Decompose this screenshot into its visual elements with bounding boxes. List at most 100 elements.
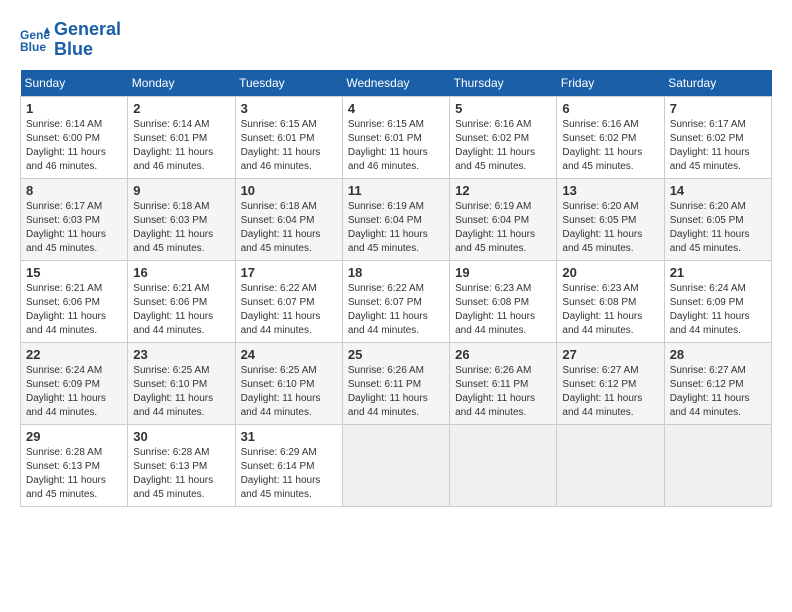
calendar-day-28: 28 Sunrise: 6:27 AM Sunset: 6:12 PM Dayl…	[664, 342, 771, 424]
day-info: Sunrise: 6:21 AM Sunset: 6:06 PM Dayligh…	[133, 282, 229, 338]
day-number: 16	[133, 265, 229, 280]
day-info: Sunrise: 6:14 AM Sunset: 6:01 PM Dayligh…	[133, 118, 229, 174]
calendar-day-10: 10 Sunrise: 6:18 AM Sunset: 6:04 PM Dayl…	[235, 178, 342, 260]
day-number: 23	[133, 347, 229, 362]
day-info: Sunrise: 6:22 AM Sunset: 6:07 PM Dayligh…	[348, 282, 444, 338]
calendar-day-20: 20 Sunrise: 6:23 AM Sunset: 6:08 PM Dayl…	[557, 260, 664, 342]
empty-cell	[664, 424, 771, 506]
empty-cell	[557, 424, 664, 506]
calendar-header-friday: Friday	[557, 70, 664, 97]
day-info: Sunrise: 6:17 AM Sunset: 6:02 PM Dayligh…	[670, 118, 766, 174]
day-info: Sunrise: 6:15 AM Sunset: 6:01 PM Dayligh…	[241, 118, 337, 174]
calendar-day-29: 29 Sunrise: 6:28 AM Sunset: 6:13 PM Dayl…	[21, 424, 128, 506]
calendar-day-1: 1 Sunrise: 6:14 AM Sunset: 6:00 PM Dayli…	[21, 96, 128, 178]
day-number: 8	[26, 183, 122, 198]
day-number: 20	[562, 265, 658, 280]
day-number: 6	[562, 101, 658, 116]
day-number: 9	[133, 183, 229, 198]
day-info: Sunrise: 6:27 AM Sunset: 6:12 PM Dayligh…	[670, 364, 766, 420]
calendar-day-8: 8 Sunrise: 6:17 AM Sunset: 6:03 PM Dayli…	[21, 178, 128, 260]
calendar-day-24: 24 Sunrise: 6:25 AM Sunset: 6:10 PM Dayl…	[235, 342, 342, 424]
day-info: Sunrise: 6:27 AM Sunset: 6:12 PM Dayligh…	[562, 364, 658, 420]
calendar-day-6: 6 Sunrise: 6:16 AM Sunset: 6:02 PM Dayli…	[557, 96, 664, 178]
page-header: General Blue GeneralBlue	[20, 20, 772, 60]
day-number: 27	[562, 347, 658, 362]
calendar-day-4: 4 Sunrise: 6:15 AM Sunset: 6:01 PM Dayli…	[342, 96, 449, 178]
day-number: 18	[348, 265, 444, 280]
day-info: Sunrise: 6:26 AM Sunset: 6:11 PM Dayligh…	[348, 364, 444, 420]
calendar-day-26: 26 Sunrise: 6:26 AM Sunset: 6:11 PM Dayl…	[450, 342, 557, 424]
day-number: 11	[348, 183, 444, 198]
day-info: Sunrise: 6:28 AM Sunset: 6:13 PM Dayligh…	[26, 446, 122, 502]
calendar-day-22: 22 Sunrise: 6:24 AM Sunset: 6:09 PM Dayl…	[21, 342, 128, 424]
day-number: 28	[670, 347, 766, 362]
calendar-header-sunday: Sunday	[21, 70, 128, 97]
svg-text:Blue: Blue	[20, 40, 46, 54]
day-number: 22	[26, 347, 122, 362]
calendar-header-tuesday: Tuesday	[235, 70, 342, 97]
calendar-header-wednesday: Wednesday	[342, 70, 449, 97]
day-info: Sunrise: 6:29 AM Sunset: 6:14 PM Dayligh…	[241, 446, 337, 502]
calendar-day-21: 21 Sunrise: 6:24 AM Sunset: 6:09 PM Dayl…	[664, 260, 771, 342]
day-number: 13	[562, 183, 658, 198]
logo: General Blue GeneralBlue	[20, 20, 121, 60]
calendar-week-3: 15 Sunrise: 6:21 AM Sunset: 6:06 PM Dayl…	[21, 260, 772, 342]
logo-icon: General Blue	[20, 25, 50, 55]
calendar-day-23: 23 Sunrise: 6:25 AM Sunset: 6:10 PM Dayl…	[128, 342, 235, 424]
day-number: 26	[455, 347, 551, 362]
calendar-header-monday: Monday	[128, 70, 235, 97]
day-number: 19	[455, 265, 551, 280]
day-number: 31	[241, 429, 337, 444]
day-info: Sunrise: 6:18 AM Sunset: 6:04 PM Dayligh…	[241, 200, 337, 256]
day-info: Sunrise: 6:14 AM Sunset: 6:00 PM Dayligh…	[26, 118, 122, 174]
day-info: Sunrise: 6:16 AM Sunset: 6:02 PM Dayligh…	[455, 118, 551, 174]
calendar-body: 1 Sunrise: 6:14 AM Sunset: 6:00 PM Dayli…	[21, 96, 772, 506]
day-info: Sunrise: 6:18 AM Sunset: 6:03 PM Dayligh…	[133, 200, 229, 256]
day-info: Sunrise: 6:17 AM Sunset: 6:03 PM Dayligh…	[26, 200, 122, 256]
day-info: Sunrise: 6:28 AM Sunset: 6:13 PM Dayligh…	[133, 446, 229, 502]
day-number: 17	[241, 265, 337, 280]
day-info: Sunrise: 6:21 AM Sunset: 6:06 PM Dayligh…	[26, 282, 122, 338]
day-info: Sunrise: 6:24 AM Sunset: 6:09 PM Dayligh…	[26, 364, 122, 420]
calendar-week-2: 8 Sunrise: 6:17 AM Sunset: 6:03 PM Dayli…	[21, 178, 772, 260]
calendar-day-15: 15 Sunrise: 6:21 AM Sunset: 6:06 PM Dayl…	[21, 260, 128, 342]
day-number: 21	[670, 265, 766, 280]
day-number: 25	[348, 347, 444, 362]
day-number: 4	[348, 101, 444, 116]
calendar-day-2: 2 Sunrise: 6:14 AM Sunset: 6:01 PM Dayli…	[128, 96, 235, 178]
day-number: 12	[455, 183, 551, 198]
calendar-day-7: 7 Sunrise: 6:17 AM Sunset: 6:02 PM Dayli…	[664, 96, 771, 178]
day-number: 30	[133, 429, 229, 444]
day-number: 2	[133, 101, 229, 116]
calendar-week-1: 1 Sunrise: 6:14 AM Sunset: 6:00 PM Dayli…	[21, 96, 772, 178]
calendar-day-18: 18 Sunrise: 6:22 AM Sunset: 6:07 PM Dayl…	[342, 260, 449, 342]
day-number: 3	[241, 101, 337, 116]
day-info: Sunrise: 6:19 AM Sunset: 6:04 PM Dayligh…	[348, 200, 444, 256]
calendar-day-17: 17 Sunrise: 6:22 AM Sunset: 6:07 PM Dayl…	[235, 260, 342, 342]
day-info: Sunrise: 6:23 AM Sunset: 6:08 PM Dayligh…	[562, 282, 658, 338]
calendar-day-3: 3 Sunrise: 6:15 AM Sunset: 6:01 PM Dayli…	[235, 96, 342, 178]
day-info: Sunrise: 6:25 AM Sunset: 6:10 PM Dayligh…	[133, 364, 229, 420]
calendar-day-19: 19 Sunrise: 6:23 AM Sunset: 6:08 PM Dayl…	[450, 260, 557, 342]
day-info: Sunrise: 6:24 AM Sunset: 6:09 PM Dayligh…	[670, 282, 766, 338]
day-number: 10	[241, 183, 337, 198]
day-number: 14	[670, 183, 766, 198]
day-number: 5	[455, 101, 551, 116]
calendar-day-25: 25 Sunrise: 6:26 AM Sunset: 6:11 PM Dayl…	[342, 342, 449, 424]
calendar-day-27: 27 Sunrise: 6:27 AM Sunset: 6:12 PM Dayl…	[557, 342, 664, 424]
calendar-week-4: 22 Sunrise: 6:24 AM Sunset: 6:09 PM Dayl…	[21, 342, 772, 424]
calendar-day-11: 11 Sunrise: 6:19 AM Sunset: 6:04 PM Dayl…	[342, 178, 449, 260]
calendar-header-saturday: Saturday	[664, 70, 771, 97]
day-info: Sunrise: 6:20 AM Sunset: 6:05 PM Dayligh…	[670, 200, 766, 256]
day-info: Sunrise: 6:16 AM Sunset: 6:02 PM Dayligh…	[562, 118, 658, 174]
empty-cell	[342, 424, 449, 506]
calendar-header-thursday: Thursday	[450, 70, 557, 97]
day-info: Sunrise: 6:15 AM Sunset: 6:01 PM Dayligh…	[348, 118, 444, 174]
day-number: 1	[26, 101, 122, 116]
day-info: Sunrise: 6:26 AM Sunset: 6:11 PM Dayligh…	[455, 364, 551, 420]
day-info: Sunrise: 6:19 AM Sunset: 6:04 PM Dayligh…	[455, 200, 551, 256]
day-number: 7	[670, 101, 766, 116]
day-number: 29	[26, 429, 122, 444]
calendar-day-30: 30 Sunrise: 6:28 AM Sunset: 6:13 PM Dayl…	[128, 424, 235, 506]
calendar-header-row: SundayMondayTuesdayWednesdayThursdayFrid…	[21, 70, 772, 97]
